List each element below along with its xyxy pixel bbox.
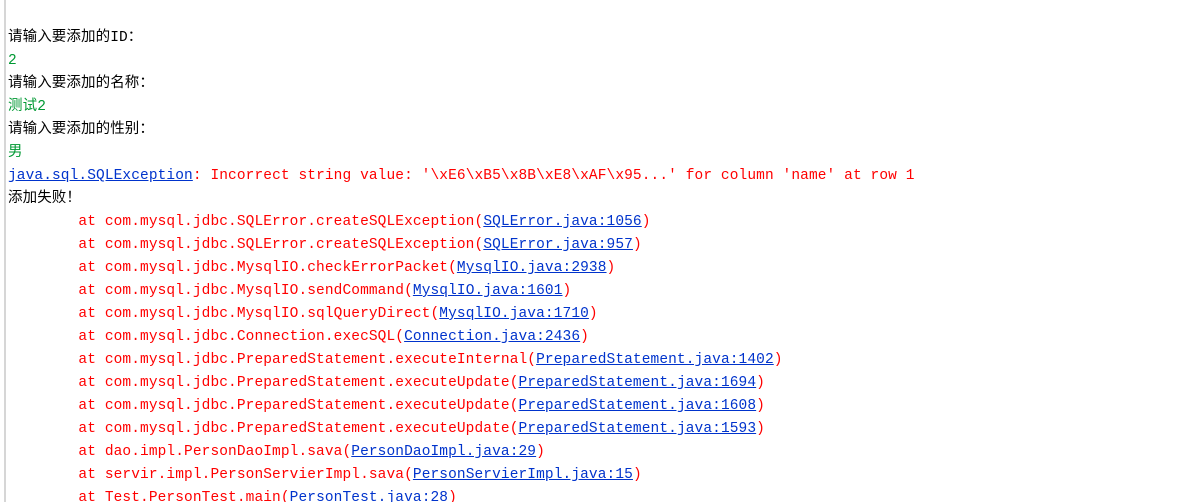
stack-indent-11	[8, 467, 78, 483]
exception-message: Incorrect string value: '\xE6\xB5\x8B\xE…	[210, 168, 914, 184]
paren-open-0: (	[475, 214, 484, 230]
stack-loc-6[interactable]: PreparedStatement.java:1402	[536, 352, 774, 368]
stack-indent-3	[8, 283, 78, 299]
stack-indent-12	[8, 490, 78, 502]
stack-loc-5[interactable]: Connection.java:2436	[404, 329, 580, 345]
stack-loc-8[interactable]: PreparedStatement.java:1608	[519, 398, 757, 414]
paren-open-3: (	[404, 283, 413, 299]
stack-indent-5	[8, 329, 78, 345]
user-input-sex: 男	[8, 145, 23, 161]
stack-indent-9	[8, 421, 78, 437]
stack-indent-4	[8, 306, 78, 322]
stack-loc-4[interactable]: MysqlIO.java:1710	[439, 306, 589, 322]
paren-close-4: )	[589, 306, 598, 322]
stack-at-1: at com.mysql.jdbc.SQLError.createSQLExce…	[78, 237, 474, 253]
paren-open-10: (	[342, 444, 351, 460]
exception-class-link[interactable]: java.sql.SQLException	[8, 168, 193, 184]
stack-loc-3[interactable]: MysqlIO.java:1601	[413, 283, 563, 299]
paren-open-2: (	[448, 260, 457, 276]
paren-close-6: )	[774, 352, 783, 368]
paren-close-1: )	[633, 237, 642, 253]
fail-message: 添加失败！	[8, 191, 81, 207]
user-input-id: 2	[8, 53, 17, 69]
stack-loc-1[interactable]: SQLError.java:957	[483, 237, 633, 253]
stack-at-10: at dao.impl.PersonDaoImpl.sava	[78, 444, 342, 460]
paren-close-7: )	[756, 375, 765, 391]
stack-at-8: at com.mysql.jdbc.PreparedStatement.exec…	[78, 398, 509, 414]
stack-at-3: at com.mysql.jdbc.MysqlIO.sendCommand	[78, 283, 404, 299]
stack-indent-6	[8, 352, 78, 368]
stack-at-9: at com.mysql.jdbc.PreparedStatement.exec…	[78, 421, 509, 437]
stack-loc-7[interactable]: PreparedStatement.java:1694	[519, 375, 757, 391]
stack-at-5: at com.mysql.jdbc.Connection.execSQL	[78, 329, 395, 345]
stack-at-6: at com.mysql.jdbc.PreparedStatement.exec…	[78, 352, 527, 368]
prompt-name: 请输入要添加的名称：	[8, 76, 154, 92]
paren-close-0: )	[642, 214, 651, 230]
stack-loc-2[interactable]: MysqlIO.java:2938	[457, 260, 607, 276]
stack-loc-11[interactable]: PersonServierImpl.java:15	[413, 467, 633, 483]
stack-indent-8	[8, 398, 78, 414]
stack-indent-10	[8, 444, 78, 460]
stack-indent-7	[8, 375, 78, 391]
prompt-sex: 请输入要添加的性别：	[8, 122, 154, 138]
stack-indent-2	[8, 260, 78, 276]
paren-open-9: (	[510, 421, 519, 437]
exception-sep: :	[193, 168, 211, 184]
prompt-id: 请输入要添加的ID：	[8, 30, 142, 46]
console-output: 请输入要添加的ID： 2 请输入要添加的名称： 测试2 请输入要添加的性别： 男…	[4, 0, 1198, 502]
stack-loc-10[interactable]: PersonDaoImpl.java:29	[351, 444, 536, 460]
paren-close-8: )	[756, 398, 765, 414]
stack-at-11: at servir.impl.PersonServierImpl.sava	[78, 467, 404, 483]
paren-close-10: )	[536, 444, 545, 460]
paren-close-11: )	[633, 467, 642, 483]
user-input-name: 测试2	[8, 99, 46, 115]
paren-close-2: )	[607, 260, 616, 276]
paren-close-9: )	[756, 421, 765, 437]
stack-loc-0[interactable]: SQLError.java:1056	[483, 214, 641, 230]
stack-loc-12[interactable]: PersonTest.java:28	[290, 490, 448, 502]
paren-open-8: (	[510, 398, 519, 414]
paren-open-7: (	[510, 375, 519, 391]
stack-at-12: at Test.PersonTest.main	[78, 490, 280, 502]
paren-open-5: (	[395, 329, 404, 345]
stack-indent-1	[8, 237, 78, 253]
paren-close-12: )	[448, 490, 457, 502]
stack-at-0: at com.mysql.jdbc.SQLError.createSQLExce…	[78, 214, 474, 230]
stack-at-2: at com.mysql.jdbc.MysqlIO.checkErrorPack…	[78, 260, 448, 276]
stack-loc-9[interactable]: PreparedStatement.java:1593	[519, 421, 757, 437]
stack-at-4: at com.mysql.jdbc.MysqlIO.sqlQueryDirect	[78, 306, 430, 322]
paren-open-1: (	[475, 237, 484, 253]
paren-close-5: )	[580, 329, 589, 345]
paren-open-4: (	[430, 306, 439, 322]
stack-at-7: at com.mysql.jdbc.PreparedStatement.exec…	[78, 375, 509, 391]
paren-open-12: (	[281, 490, 290, 502]
paren-open-11: (	[404, 467, 413, 483]
paren-open-6: (	[527, 352, 536, 368]
stack-indent-0	[8, 214, 78, 230]
paren-close-3: )	[563, 283, 572, 299]
